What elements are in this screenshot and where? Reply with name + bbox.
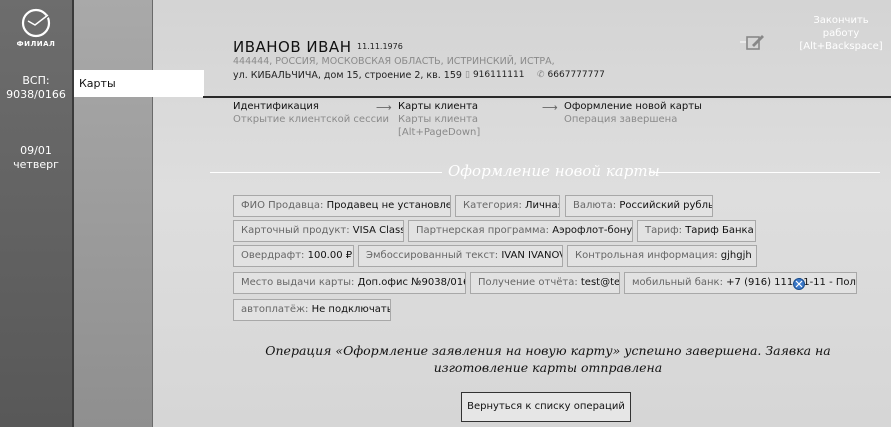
step-title: Идентификация xyxy=(233,101,319,112)
field-overdraft: Овердрафт: 100.00 ₽ xyxy=(233,245,354,267)
success-message: Операция «Оформление заявления на новую … xyxy=(265,343,831,375)
field-value: Не подключать xyxy=(311,304,391,315)
field-currency: Валюта: Российский рубль xyxy=(565,195,713,217)
header-separator xyxy=(203,96,891,98)
busy-cursor-icon xyxy=(793,278,805,290)
field-key: Контрольная информация: xyxy=(575,250,718,261)
field-key: ФИО Продавца: xyxy=(241,200,324,211)
logo-text: ФИЛИАЛ xyxy=(16,40,56,48)
back-to-operations-button[interactable]: Вернуться к списку операций xyxy=(461,392,631,422)
field-value: IVAN IVANOV xyxy=(501,250,563,261)
field-key: Тариф: xyxy=(645,225,683,236)
field-key: Категория: xyxy=(463,200,522,211)
step-subtitle: Операция завершена xyxy=(564,114,678,125)
bank-logo-icon xyxy=(21,8,51,38)
finish-work-button[interactable]: Закончить работу [Alt+Backspace] xyxy=(795,14,887,53)
home-phone-number: 6667777777 xyxy=(547,70,605,80)
field-card-product: Карточный продукт: VISA Classic xyxy=(233,220,404,242)
date-day: 09/01 xyxy=(20,144,52,157)
field-key: Место выдачи карты: xyxy=(241,277,355,288)
arrow-right-icon: ⟶ xyxy=(542,101,558,114)
field-value: Доп.офис №9038/0166 xyxy=(357,277,466,288)
field-value: test@test xyxy=(580,277,620,288)
field-control-info: Контрольная информация: gjhgjh xyxy=(567,245,757,267)
field-mobile-bank: мобильный банк: +7 (916) 111-11-11 - Пол… xyxy=(624,272,857,294)
field-value: Личная xyxy=(525,200,560,211)
branch-label: ВСП: xyxy=(22,74,50,87)
field-value: Российский рубль xyxy=(619,200,713,211)
field-key: Получение отчёта: xyxy=(478,277,578,288)
field-embossed-text: Эмбоссированный текст: IVAN IVANOV xyxy=(358,245,563,267)
field-value: 100.00 ₽ xyxy=(307,250,353,261)
branch-info: ВСП: 9038/0166 xyxy=(0,74,72,102)
finish-shortcut: [Alt+Backspace] xyxy=(799,41,883,52)
step-identification[interactable]: Идентификация Открытие клиентской сессии xyxy=(233,100,389,126)
nav-column xyxy=(74,0,152,427)
client-home-phone: ✆ 6667777777 xyxy=(537,70,605,80)
field-value: Аэрофлот-бонус xyxy=(552,225,633,236)
client-mobile-phone: ▯ 916111111 xyxy=(465,70,525,80)
field-key: Овердрафт: xyxy=(241,250,305,261)
field-key: мобильный банк: xyxy=(632,277,723,288)
bank-logo: ФИЛИАЛ xyxy=(0,0,72,60)
step-subtitle: Открытие клиентской сессии xyxy=(233,114,390,125)
section-title-text: Оформление новой карты xyxy=(448,162,660,180)
arrow-right-icon: ⟶ xyxy=(376,101,392,114)
step-subtitle: Карты клиента xyxy=(398,114,479,125)
client-name: ИВАНОВ ИВАН xyxy=(233,38,352,56)
title-line-left xyxy=(210,172,442,173)
mobile-phone-number: 916111111 xyxy=(472,70,525,80)
date-weekday: четверг xyxy=(13,158,59,171)
field-report-delivery: Получение отчёта: test@test xyxy=(470,272,620,294)
nav-item-cards[interactable]: Карты xyxy=(74,70,204,97)
field-autopay: автоплатёж: Не подключать xyxy=(233,299,391,321)
step-client-cards[interactable]: Карты клиента Карты клиента [Alt+PageDow… xyxy=(398,100,480,139)
field-key: автоплатёж: xyxy=(241,304,309,315)
phone-icon: ✆ xyxy=(537,70,545,80)
step-new-card: Оформление новой карты Операция завершен… xyxy=(564,100,702,126)
field-value: VISA Classic xyxy=(352,225,403,236)
branch-code: 9038/0166 xyxy=(6,88,66,101)
field-key: Партнерская программа: xyxy=(416,225,550,236)
step-title: Карты клиента xyxy=(398,101,479,112)
finish-line2: работу xyxy=(822,28,860,39)
title-line-right xyxy=(650,172,880,173)
client-dob: 11.11.1976 xyxy=(357,42,403,51)
field-key: Валюта: xyxy=(573,200,617,211)
edit-client-icon[interactable] xyxy=(740,32,766,52)
field-tariff: Тариф: Тариф Банка xyxy=(637,220,756,242)
section-title: Оформление новой карты xyxy=(210,162,880,182)
finish-line1: Закончить xyxy=(813,15,869,26)
client-address-line2: ул. КИБАЛЬЧИЧА, дом 15, строение 2, кв. … xyxy=(233,70,462,81)
field-value: Продавец не установлен xyxy=(326,200,451,211)
field-seller: ФИО Продавца: Продавец не установлен xyxy=(233,195,451,217)
field-key: Эмбоссированный текст: xyxy=(366,250,499,261)
current-date: 09/01 четверг xyxy=(0,144,72,172)
field-partner-program: Партнерская программа: Аэрофлот-бонус xyxy=(408,220,633,242)
sidebar: ФИЛИАЛ ВСП: 9038/0166 09/01 четверг xyxy=(0,0,72,427)
step-shortcut: [Alt+PageDown] xyxy=(398,127,481,138)
field-value: Тариф Банка xyxy=(685,225,754,236)
field-issue-place: Место выдачи карты: Доп.офис №9038/0166 xyxy=(233,272,466,294)
step-title: Оформление новой карты xyxy=(564,101,702,112)
field-value: gjhgjh xyxy=(720,250,752,261)
field-category: Категория: Личная xyxy=(455,195,560,217)
mobile-phone-icon: ▯ xyxy=(465,70,470,80)
client-address-line1: 444444, РОССИЯ, МОСКОВСКАЯ ОБЛАСТЬ, ИСТР… xyxy=(233,56,555,67)
field-key: Карточный продукт: xyxy=(241,225,350,236)
